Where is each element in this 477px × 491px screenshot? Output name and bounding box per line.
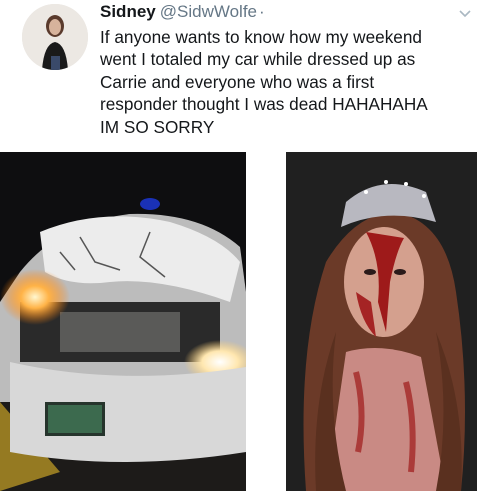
tweet-text: If anyone wants to know how my weekend w… <box>100 27 428 137</box>
display-name[interactable]: Sidney <box>100 2 156 21</box>
user-handle[interactable]: @SidwWolfe <box>160 2 257 21</box>
avatar[interactable] <box>22 4 88 70</box>
separator-dot: · <box>259 2 265 21</box>
tweet: Sidney @SidwWolfe · If anyone wants to kno… <box>0 0 477 491</box>
tweet-header: Sidney @SidwWolfe · <box>100 2 450 24</box>
chevron-down-icon[interactable] <box>458 6 472 18</box>
photo-carrie-costume[interactable] <box>286 152 477 491</box>
photo-wrecked-car[interactable] <box>0 152 246 491</box>
